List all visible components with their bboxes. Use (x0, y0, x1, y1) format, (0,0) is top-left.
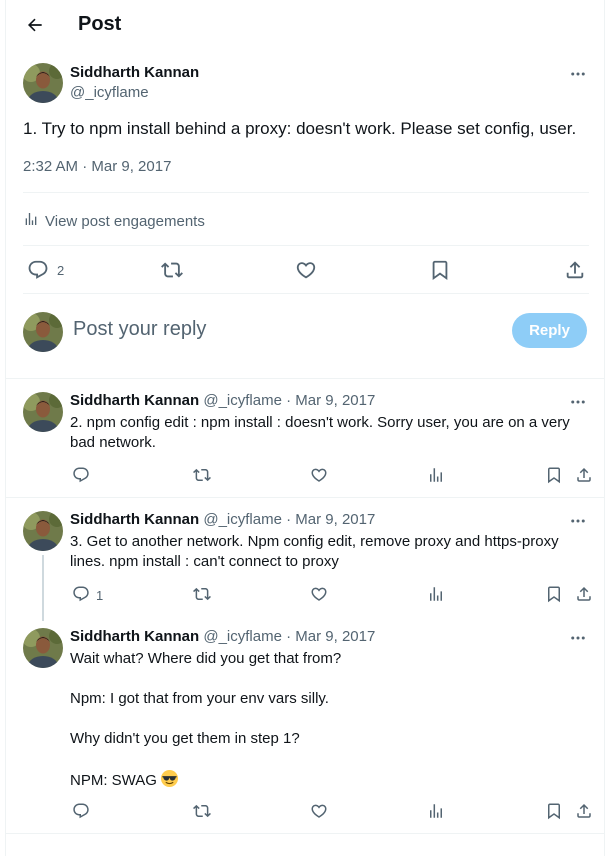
reply-count: 2 (57, 262, 65, 278)
author-handle[interactable]: @_icyflame (203, 392, 282, 409)
reply-icon (72, 585, 90, 606)
back-arrow-icon[interactable] (24, 14, 46, 36)
more-icon[interactable] (568, 64, 588, 84)
views-icon[interactable] (427, 802, 445, 820)
view-engagements-link[interactable]: View post engagements (23, 210, 205, 232)
tweet-action-bar (70, 802, 592, 822)
reply-button[interactable]: 2 (27, 259, 64, 281)
bookmark-button[interactable] (429, 259, 451, 281)
tweet-action-bar: 1 (70, 585, 592, 605)
tweet-action-bar (70, 466, 592, 486)
tweet-text: 2. npm config edit : npm install : doesn… (70, 414, 570, 451)
engagements-label: View post engagements (45, 212, 205, 230)
share-icon (564, 259, 586, 281)
share-icon[interactable] (575, 585, 593, 603)
repost-icon[interactable] (193, 466, 211, 484)
tweet-date[interactable]: · Mar 9, 2017 (286, 511, 375, 528)
tweet-line: Wait what? Where did you get that from? (70, 650, 342, 667)
repost-icon[interactable] (193, 802, 211, 820)
reply-submit-button[interactable]: Reply (512, 313, 587, 348)
author-name[interactable]: Siddharth Kannan (70, 64, 199, 81)
like-icon[interactable] (310, 585, 328, 603)
views-icon[interactable] (427, 466, 445, 484)
share-button[interactable] (564, 259, 586, 281)
reply-input[interactable]: Post your reply (73, 318, 206, 341)
repost-icon[interactable] (193, 585, 211, 603)
post-text: 1. Try to npm install behind a proxy: do… (23, 119, 577, 138)
like-icon[interactable] (310, 466, 328, 484)
reply-icon (72, 466, 90, 487)
reply-button[interactable] (72, 802, 96, 823)
author-name[interactable]: Siddharth Kannan (70, 511, 199, 528)
avatar[interactable] (23, 63, 63, 103)
reply-tweet[interactable]: Siddharth Kannan @_icyflame · Mar 9, 201… (6, 628, 604, 824)
repost-button[interactable] (161, 259, 183, 281)
more-icon[interactable] (568, 511, 588, 531)
post-action-bar: 2 (23, 254, 589, 286)
author-handle[interactable]: @_icyflame (70, 84, 149, 101)
analytics-icon (23, 211, 45, 231)
post-detail-column: Post Siddharth Kannan @_icyflame 1. Try … (5, 0, 605, 856)
like-button[interactable] (295, 259, 317, 281)
reply-button[interactable]: 1 (72, 585, 103, 606)
bookmark-icon[interactable] (545, 585, 563, 603)
tweet-header: Siddharth Kannan @_icyflame · Mar 9, 201… (70, 628, 375, 645)
thread-line (42, 555, 44, 621)
tweet-text: 3. Get to another network. Npm config ed… (70, 533, 559, 570)
post-timestamp[interactable]: 2:32 AM · Mar 9, 2017 (23, 158, 171, 175)
bookmark-icon[interactable] (545, 802, 563, 820)
like-icon[interactable] (310, 802, 328, 820)
tweet-date[interactable]: · Mar 9, 2017 (286, 392, 375, 409)
reply-button[interactable] (72, 466, 96, 487)
divider (23, 245, 589, 246)
reply-icon (27, 259, 49, 281)
avatar[interactable] (23, 312, 63, 352)
sunglasses-emoji-icon (160, 769, 179, 794)
share-icon[interactable] (575, 466, 593, 484)
reply-count: 1 (96, 588, 104, 603)
tweet-line: Why didn't you get them in step 1? (70, 730, 300, 747)
tweet-date[interactable]: · Mar 9, 2017 (286, 628, 375, 645)
top-bar: Post (6, 0, 604, 50)
author-name[interactable]: Siddharth Kannan (70, 628, 199, 645)
avatar[interactable] (23, 628, 63, 668)
bookmark-icon (429, 259, 451, 281)
divider (6, 497, 604, 498)
more-icon[interactable] (568, 628, 588, 648)
like-icon (295, 259, 317, 281)
divider (23, 192, 589, 193)
author-name[interactable]: Siddharth Kannan (70, 392, 199, 409)
share-icon[interactable] (575, 802, 593, 820)
divider (6, 833, 604, 834)
bookmark-icon[interactable] (545, 466, 563, 484)
author-handle[interactable]: @_icyflame (203, 511, 282, 528)
reply-tweet[interactable]: Siddharth Kannan @_icyflame · Mar 9, 201… (6, 511, 604, 621)
tweet-line: Npm: I got that from your env vars silly… (70, 690, 329, 707)
reply-icon (72, 802, 90, 823)
repost-icon (161, 259, 183, 281)
avatar[interactable] (23, 511, 63, 551)
tweet-header: Siddharth Kannan @_icyflame · Mar 9, 201… (70, 511, 375, 528)
page-title: Post (78, 13, 122, 35)
divider (6, 378, 604, 379)
author-handle[interactable]: @_icyflame (203, 628, 282, 645)
divider (23, 293, 589, 294)
more-icon[interactable] (568, 392, 588, 412)
tweet-text: Wait what? Where did you get that from? … (70, 649, 590, 794)
avatar[interactable] (23, 392, 63, 432)
reply-tweet[interactable]: Siddharth Kannan @_icyflame · Mar 9, 201… (6, 392, 604, 496)
tweet-line-last: NPM: SWAG (70, 769, 590, 794)
views-icon[interactable] (427, 585, 445, 603)
tweet-line: NPM: SWAG (70, 772, 157, 789)
tweet-header: Siddharth Kannan @_icyflame · Mar 9, 201… (70, 392, 375, 409)
